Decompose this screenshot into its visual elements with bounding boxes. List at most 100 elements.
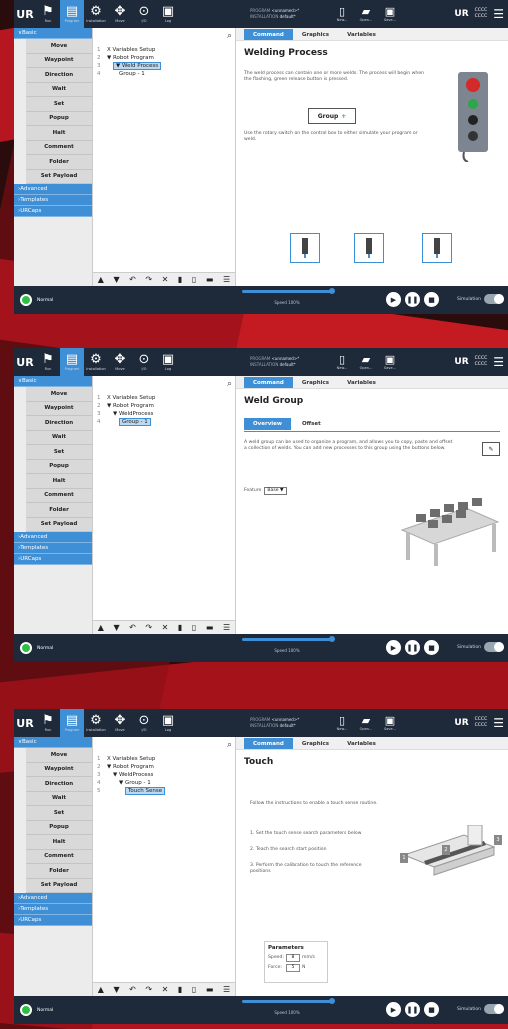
stop-icon[interactable]: ■ xyxy=(424,640,439,655)
stop-icon[interactable]: ■ xyxy=(424,1002,439,1017)
move-down-icon[interactable]: ▼ xyxy=(113,623,119,632)
search-icon[interactable]: ⌕ xyxy=(227,740,232,750)
tree-row[interactable]: 4 Group - 1 xyxy=(97,70,231,78)
tree-row[interactable]: 1 X Variables Setup xyxy=(97,46,231,54)
paste-icon[interactable]: ▯ xyxy=(192,623,196,632)
palette-item-move[interactable]: Move xyxy=(26,387,92,402)
tree-row[interactable]: 2 ▼ Robot Program xyxy=(97,54,231,62)
palette-item-halt[interactable]: Halt xyxy=(26,835,92,850)
cut-icon[interactable]: ✕ xyxy=(162,623,169,632)
delete-icon[interactable]: ▬ xyxy=(206,623,214,632)
torch-up-icon[interactable] xyxy=(422,233,452,263)
simulation-toggle[interactable] xyxy=(484,294,504,304)
move-up-icon[interactable]: ▲ xyxy=(98,275,104,284)
add-group-button[interactable]: Group + xyxy=(308,108,356,124)
header-button-installation[interactable]: ⚙ Installation xyxy=(84,0,108,28)
palette-item-move[interactable]: Move xyxy=(26,748,92,763)
palette-item-set-payload[interactable]: Set Payload xyxy=(26,517,92,532)
tab-command[interactable]: Command xyxy=(244,29,293,40)
move-down-icon[interactable]: ▼ xyxy=(113,275,119,284)
file-button-open-folder[interactable]: ▰ Open... xyxy=(354,709,378,737)
undo-icon[interactable]: ↶ xyxy=(129,275,136,284)
redo-icon[interactable]: ↷ xyxy=(145,623,152,632)
category-urcaps[interactable]: › URCaps xyxy=(14,554,92,565)
header-button-log[interactable]: ▣ Log xyxy=(156,0,180,28)
category-advanced[interactable]: › Advanced xyxy=(14,532,92,543)
header-button-move[interactable]: ✥ Move xyxy=(108,0,132,28)
search-icon[interactable]: ⌕ xyxy=(227,379,232,389)
palette-item-direction[interactable]: Direction xyxy=(26,416,92,431)
speed-slider-handle[interactable] xyxy=(329,998,335,1004)
category-urcaps[interactable]: › URCaps xyxy=(14,915,92,926)
delete-icon[interactable]: ▬ xyxy=(206,275,214,284)
tab-graphics[interactable]: Graphics xyxy=(293,29,338,40)
tab-command[interactable]: Command xyxy=(244,377,293,388)
speed-input[interactable]: 8 xyxy=(286,954,300,962)
torch-down-icon[interactable] xyxy=(354,233,384,263)
category-urcaps[interactable]: › URCaps xyxy=(14,206,92,217)
palette-item-set[interactable]: Set xyxy=(26,445,92,460)
speed-slider[interactable]: Speed 100% xyxy=(242,998,335,1015)
palette-item-popup[interactable]: Popup xyxy=(26,111,92,126)
header-button-run[interactable]: ⚑ Run xyxy=(36,348,60,376)
palette-item-waypoint[interactable]: Waypoint xyxy=(26,762,92,777)
palette-item-comment[interactable]: Comment xyxy=(26,140,92,155)
tree-row[interactable]: 1 X Variables Setup xyxy=(97,755,231,763)
pause-icon[interactable]: ❚❚ xyxy=(405,1002,420,1017)
header-button-program[interactable]: ▤ Program xyxy=(60,0,84,28)
file-button-save[interactable]: ▣ Save... xyxy=(378,0,402,28)
file-button-open-folder[interactable]: ▰ Open... xyxy=(354,0,378,28)
header-button-installation[interactable]: ⚙ Installation xyxy=(84,709,108,737)
file-button-open-folder[interactable]: ▰ Open... xyxy=(354,348,378,376)
pause-icon[interactable]: ❚❚ xyxy=(405,640,420,655)
speed-slider[interactable]: Speed 100% xyxy=(242,288,335,305)
play-icon[interactable]: ▶ xyxy=(386,292,401,307)
palette-item-wait[interactable]: Wait xyxy=(26,82,92,97)
paste-icon[interactable]: ▯ xyxy=(192,985,196,994)
paste-icon[interactable]: ▯ xyxy=(192,275,196,284)
pause-icon[interactable]: ❚❚ xyxy=(405,292,420,307)
subtab-overview[interactable]: Overview xyxy=(244,418,291,430)
feature-select[interactable]: Base ▼ xyxy=(264,487,287,495)
header-button-installation[interactable]: ⚙ Installation xyxy=(84,348,108,376)
redo-icon[interactable]: ↷ xyxy=(145,275,152,284)
power-button[interactable] xyxy=(20,642,32,654)
palette-item-move[interactable]: Move xyxy=(26,39,92,54)
hamburger-menu-icon[interactable]: ☰ xyxy=(493,355,504,369)
palette-item-halt[interactable]: Halt xyxy=(26,126,92,141)
category-templates[interactable]: › Templates xyxy=(14,904,92,915)
header-button-move[interactable]: ✥ Move xyxy=(108,709,132,737)
palette-item-set[interactable]: Set xyxy=(26,806,92,821)
palette-item-direction[interactable]: Direction xyxy=(26,777,92,792)
header-button-move[interactable]: ✥ Move xyxy=(108,348,132,376)
file-button-new-file[interactable]: ▯ New... xyxy=(330,709,354,737)
category-advanced[interactable]: › Advanced xyxy=(14,184,92,195)
cut-icon[interactable]: ✕ xyxy=(162,275,169,284)
tree-row[interactable]: 4 Group - 1 xyxy=(97,418,231,426)
subtab-offset[interactable]: Offset xyxy=(293,418,330,430)
palette-item-halt[interactable]: Halt xyxy=(26,474,92,489)
undo-icon[interactable]: ↶ xyxy=(129,985,136,994)
tab-variables[interactable]: Variables xyxy=(338,377,385,388)
file-button-save[interactable]: ▣ Save... xyxy=(378,348,402,376)
tab-graphics[interactable]: Graphics xyxy=(293,377,338,388)
palette-item-comment[interactable]: Comment xyxy=(26,849,92,864)
header-button-io[interactable]: ⊙ I/O xyxy=(132,709,156,737)
play-icon[interactable]: ▶ xyxy=(386,1002,401,1017)
file-button-new-file[interactable]: ▯ New... xyxy=(330,0,354,28)
palette-item-set[interactable]: Set xyxy=(26,97,92,112)
simulation-toggle[interactable] xyxy=(484,642,504,652)
copy-icon[interactable]: ▮ xyxy=(178,275,182,284)
tree-row[interactable]: 4 ▼ Group - 1 xyxy=(97,779,231,787)
tab-command[interactable]: Command xyxy=(244,738,293,749)
category-templates[interactable]: › Templates xyxy=(14,195,92,206)
file-button-save[interactable]: ▣ Save... xyxy=(378,709,402,737)
stop-icon[interactable]: ■ xyxy=(424,292,439,307)
copy-icon[interactable]: ▮ xyxy=(178,623,182,632)
delete-icon[interactable]: ▬ xyxy=(206,985,214,994)
tree-row[interactable]: 2 ▼ Robot Program xyxy=(97,402,231,410)
more-icon[interactable]: ☰ xyxy=(223,985,230,994)
palette-item-direction[interactable]: Direction xyxy=(26,68,92,83)
tab-variables[interactable]: Variables xyxy=(338,29,385,40)
power-button[interactable] xyxy=(20,1004,32,1016)
